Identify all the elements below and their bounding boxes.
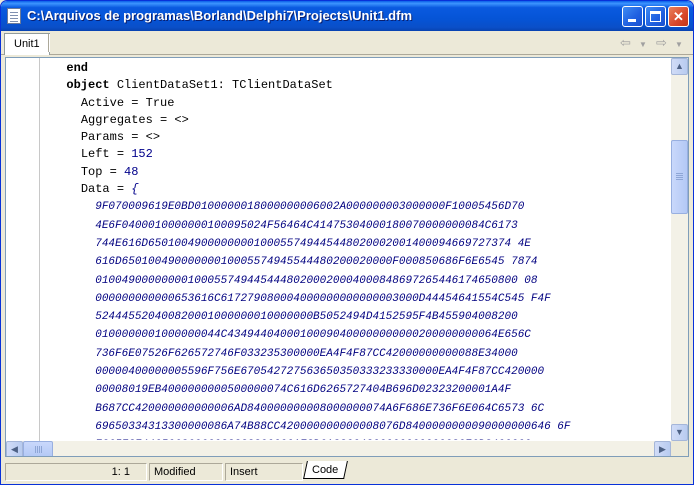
editor-gutter[interactable] [6,58,40,441]
code-line[interactable]: 616D650100490000000100055749455444802000… [52,253,672,271]
code-line[interactable]: Active = True [52,95,672,112]
code-token: 72657374405068696C033232390000AE8D6A88CC… [95,439,531,440]
code-line[interactable]: 69650334313300000086A74B88CC420000000000… [52,418,672,436]
code-token: 48 [124,164,139,179]
code-line[interactable]: object ClientDataSet1: TClientDataSet [52,77,672,94]
code-token: ClientDataSet1: TClientDataSet [109,78,333,93]
title-bar[interactable]: C:\Arquivos de programas\Borland\Delphi7… [1,1,693,31]
scrollbar-corner [671,441,688,456]
tab-code-view[interactable]: Code [303,461,349,479]
code-line[interactable]: Left = 152 [52,146,672,163]
code-token: B687CC420000000000006AD84000000000800000… [95,402,545,415]
code-line[interactable]: B687CC420000000000006AD84000000000800000… [52,400,672,418]
code-token: 736F6E07526F626572746F033235300000EA4F4F… [95,347,518,360]
code-line[interactable]: Data = { [52,181,672,198]
tab-separator [48,34,50,52]
code-line[interactable]: 00000400000005596F756E670542727563650350… [52,363,672,381]
window-title: C:\Arquivos de programas\Borland\Delphi7… [27,8,413,23]
code-token: Params = <> [80,130,161,145]
code-token: end [66,61,89,75]
code-line[interactable]: Aggregates = <> [52,112,672,129]
code-token: 00000400000005596F756E670542727563650350… [95,366,545,379]
code-line[interactable]: 0100490000000010005574944544480200020004… [52,272,672,290]
insert-mode-indicator: Insert [225,463,303,481]
code-token: 000000000000653616C617279080004000000000… [95,292,551,305]
code-token: object [66,78,110,93]
minimize-icon [628,19,636,22]
code-token: Data = [80,182,132,197]
code-token: Aggregates = <> [80,112,189,127]
code-token: 0100000001000000044C43494404000100090400… [95,329,531,342]
code-token: 69650334313300000086A74B88CC420000000000… [95,420,571,433]
code-line[interactable]: 4E6F0400010000000100095024F56464C4147530… [52,217,672,235]
close-icon: ✕ [673,9,684,24]
vertical-scrollbar[interactable]: ▲ ▼ [671,58,688,441]
code-token: Top = [80,164,125,179]
maximize-button[interactable] [645,6,666,27]
maximize-icon [650,11,661,22]
arrow-left-icon[interactable]: ⇦ [620,35,631,51]
code-editor[interactable]: end object ClientDataSet1: TClientDataSe… [5,57,689,457]
cursor-position: 1: 1 [5,463,147,481]
code-tab-label: Code [312,464,339,476]
editor-window: C:\Arquivos de programas\Borland\Delphi7… [0,0,694,485]
code-token: 744E616D65010049000000001000557494454480… [95,237,531,250]
code-token: Active = True [80,95,175,110]
code-token: 152 [131,147,153,162]
code-token: 00008019EB4000000000500000074C616D626572… [95,384,512,397]
minimize-button[interactable] [622,6,643,27]
close-button[interactable]: ✕ [668,6,689,27]
tab-unit1[interactable]: Unit1 [4,33,50,55]
modified-indicator: Modified [149,463,223,481]
code-token: 616D650100490000000100055749455444802000… [95,256,538,269]
arrow-right-icon[interactable]: ⇨ [656,35,667,51]
horizontal-scroll-thumb[interactable] [23,441,53,456]
status-spacer [305,463,689,481]
back-dropdown-icon[interactable]: ▼ [639,37,647,53]
horizontal-scrollbar[interactable]: ◀ ▶ [6,441,671,456]
scroll-up-button[interactable]: ▲ [671,58,688,75]
code-token: 4E6F0400010000000100095024F56464C4147530… [95,219,518,232]
code-token: 0100490000000010005574944544480200020004… [95,274,538,287]
document-icon [7,8,21,24]
code-token: 9F070009619E0BD0100000018000000006002A00… [95,201,525,214]
vertical-scroll-thumb[interactable] [671,140,688,214]
code-text[interactable]: end object ClientDataSet1: TClientDataSe… [52,60,672,440]
scroll-left-button[interactable]: ◀ [6,441,23,456]
code-line[interactable]: 72657374405068696C033232390000AE8D6A88CC… [52,436,672,440]
forward-dropdown-icon[interactable]: ▼ [675,37,683,53]
code-token: { [131,182,139,197]
code-line[interactable]: 744E616D65010049000000001000557494454480… [52,235,672,253]
code-line[interactable]: 9F070009619E0BD0100000018000000006002A00… [52,198,672,216]
scroll-down-button[interactable]: ▼ [671,424,688,441]
scroll-right-button[interactable]: ▶ [654,441,671,456]
code-line[interactable]: 00008019EB4000000000500000074C616D626572… [52,381,672,399]
code-token: Left = [80,147,132,162]
code-line[interactable]: Top = 48 [52,164,672,181]
code-line[interactable]: 0100000001000000044C43494404000100090400… [52,326,672,344]
code-line[interactable]: 000000000000653616C617279080004000000000… [52,290,672,308]
code-line[interactable]: Params = <> [52,129,672,146]
code-token: 524445520400820001000000010000000B505249… [95,311,518,324]
code-line[interactable]: end [52,60,672,77]
tab-bar: Unit1 ⇦ ▼ ⇨ ▼ [1,31,693,55]
code-line[interactable]: 736F6E07526F626572746F033235300000EA4F4F… [52,345,672,363]
status-bar: 1: 1 Modified Insert Code [1,459,693,484]
code-line[interactable]: 524445520400820001000000010000000B505249… [52,308,672,326]
